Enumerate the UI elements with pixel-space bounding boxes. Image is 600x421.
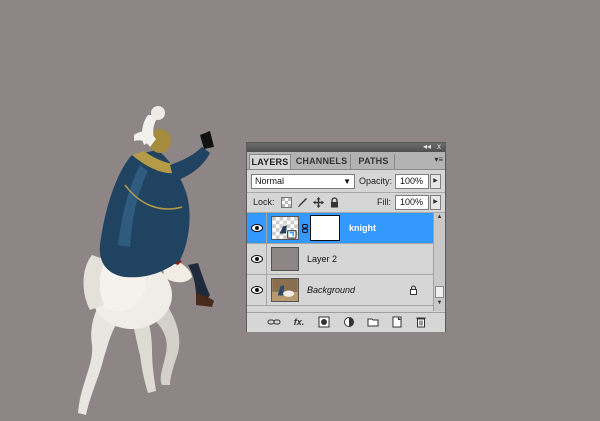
layer-row-layer-2[interactable]: Layer 2 <box>247 244 433 275</box>
fill-field[interactable]: 100% <box>395 195 429 210</box>
opacity-field[interactable]: 100% <box>395 174 429 189</box>
close-panel-icon[interactable]: x <box>437 141 441 152</box>
tab-channels[interactable]: CHANNELS <box>293 154 351 169</box>
opacity-slider-button[interactable]: ▶ <box>430 174 441 189</box>
tab-layers[interactable]: LAYERS <box>249 154 291 169</box>
mask-link-icon[interactable] <box>302 224 308 233</box>
layer-name-layer-2[interactable]: Layer 2 <box>307 253 337 265</box>
visibility-toggle[interactable] <box>247 244 267 274</box>
lock-transparent-pixels-icon[interactable] <box>281 197 292 208</box>
lock-label: Lock: <box>253 197 275 207</box>
visibility-toggle[interactable] <box>247 275 267 305</box>
visibility-toggle[interactable] <box>247 213 267 243</box>
layer-lock-icon <box>410 285 417 295</box>
layer-mask-thumbnail[interactable] <box>310 215 340 241</box>
collapse-panel-icon[interactable]: ◂◂ <box>423 141 431 152</box>
eye-icon <box>251 255 263 263</box>
opacity-label: Opacity: <box>359 176 393 186</box>
panel-title-bar[interactable]: ◂◂ x <box>247 141 445 152</box>
tab-paths[interactable]: PATHS <box>353 154 395 169</box>
layer-row-background[interactable]: Background <box>247 275 433 306</box>
adjustment-layer-icon[interactable] <box>342 316 356 328</box>
fill-slider-button[interactable]: ▶ <box>430 195 441 210</box>
layer-thumbnail-background[interactable] <box>271 278 299 302</box>
layer-name-background[interactable]: Background <box>307 284 355 296</box>
link-layers-icon[interactable] <box>267 316 281 328</box>
layer-thumbnail-knight[interactable] <box>271 216 299 240</box>
group-folder-icon[interactable] <box>366 316 380 328</box>
scroll-up-icon[interactable]: ▲ <box>435 214 444 220</box>
lock-image-pixels-brush-icon[interactable] <box>297 197 308 208</box>
fill-label: Fill: <box>377 197 391 207</box>
layers-scrollbar[interactable]: ▲ ▼ <box>433 213 445 311</box>
chevron-down-icon: ▼ <box>343 177 351 186</box>
layer-name-knight[interactable]: knight <box>349 222 376 234</box>
new-layer-icon[interactable] <box>390 316 404 328</box>
lock-position-move-icon[interactable] <box>313 197 324 208</box>
trash-icon[interactable] <box>414 316 428 328</box>
blend-mode-select[interactable]: Normal ▼ <box>251 174 355 189</box>
layers-panel: ◂◂ x LAYERS CHANNELS PATHS ▾≡ Normal ▼ O… <box>246 142 446 332</box>
add-mask-icon[interactable] <box>317 316 331 328</box>
fx-icon[interactable]: fx. <box>292 316 306 328</box>
layer-thumbnail-layer-2[interactable] <box>271 247 299 271</box>
lock-all-icon[interactable] <box>329 197 340 208</box>
panel-menu-icon[interactable]: ▾≡ <box>434 155 443 164</box>
layers-list: knight Layer 2 Background <box>247 213 433 311</box>
panel-tabs: LAYERS CHANNELS PATHS ▾≡ <box>247 152 445 170</box>
scrollbar-thumb[interactable] <box>435 286 444 298</box>
scroll-down-icon[interactable]: ▼ <box>435 300 444 306</box>
divider <box>247 192 445 193</box>
eye-icon <box>251 224 263 232</box>
eye-icon <box>251 286 263 294</box>
knight-on-horse-image <box>78 106 214 415</box>
panel-bottom-toolbar: fx. <box>247 312 445 332</box>
layer-row-knight[interactable]: knight <box>247 213 433 244</box>
blend-mode-value: Normal <box>255 176 285 186</box>
